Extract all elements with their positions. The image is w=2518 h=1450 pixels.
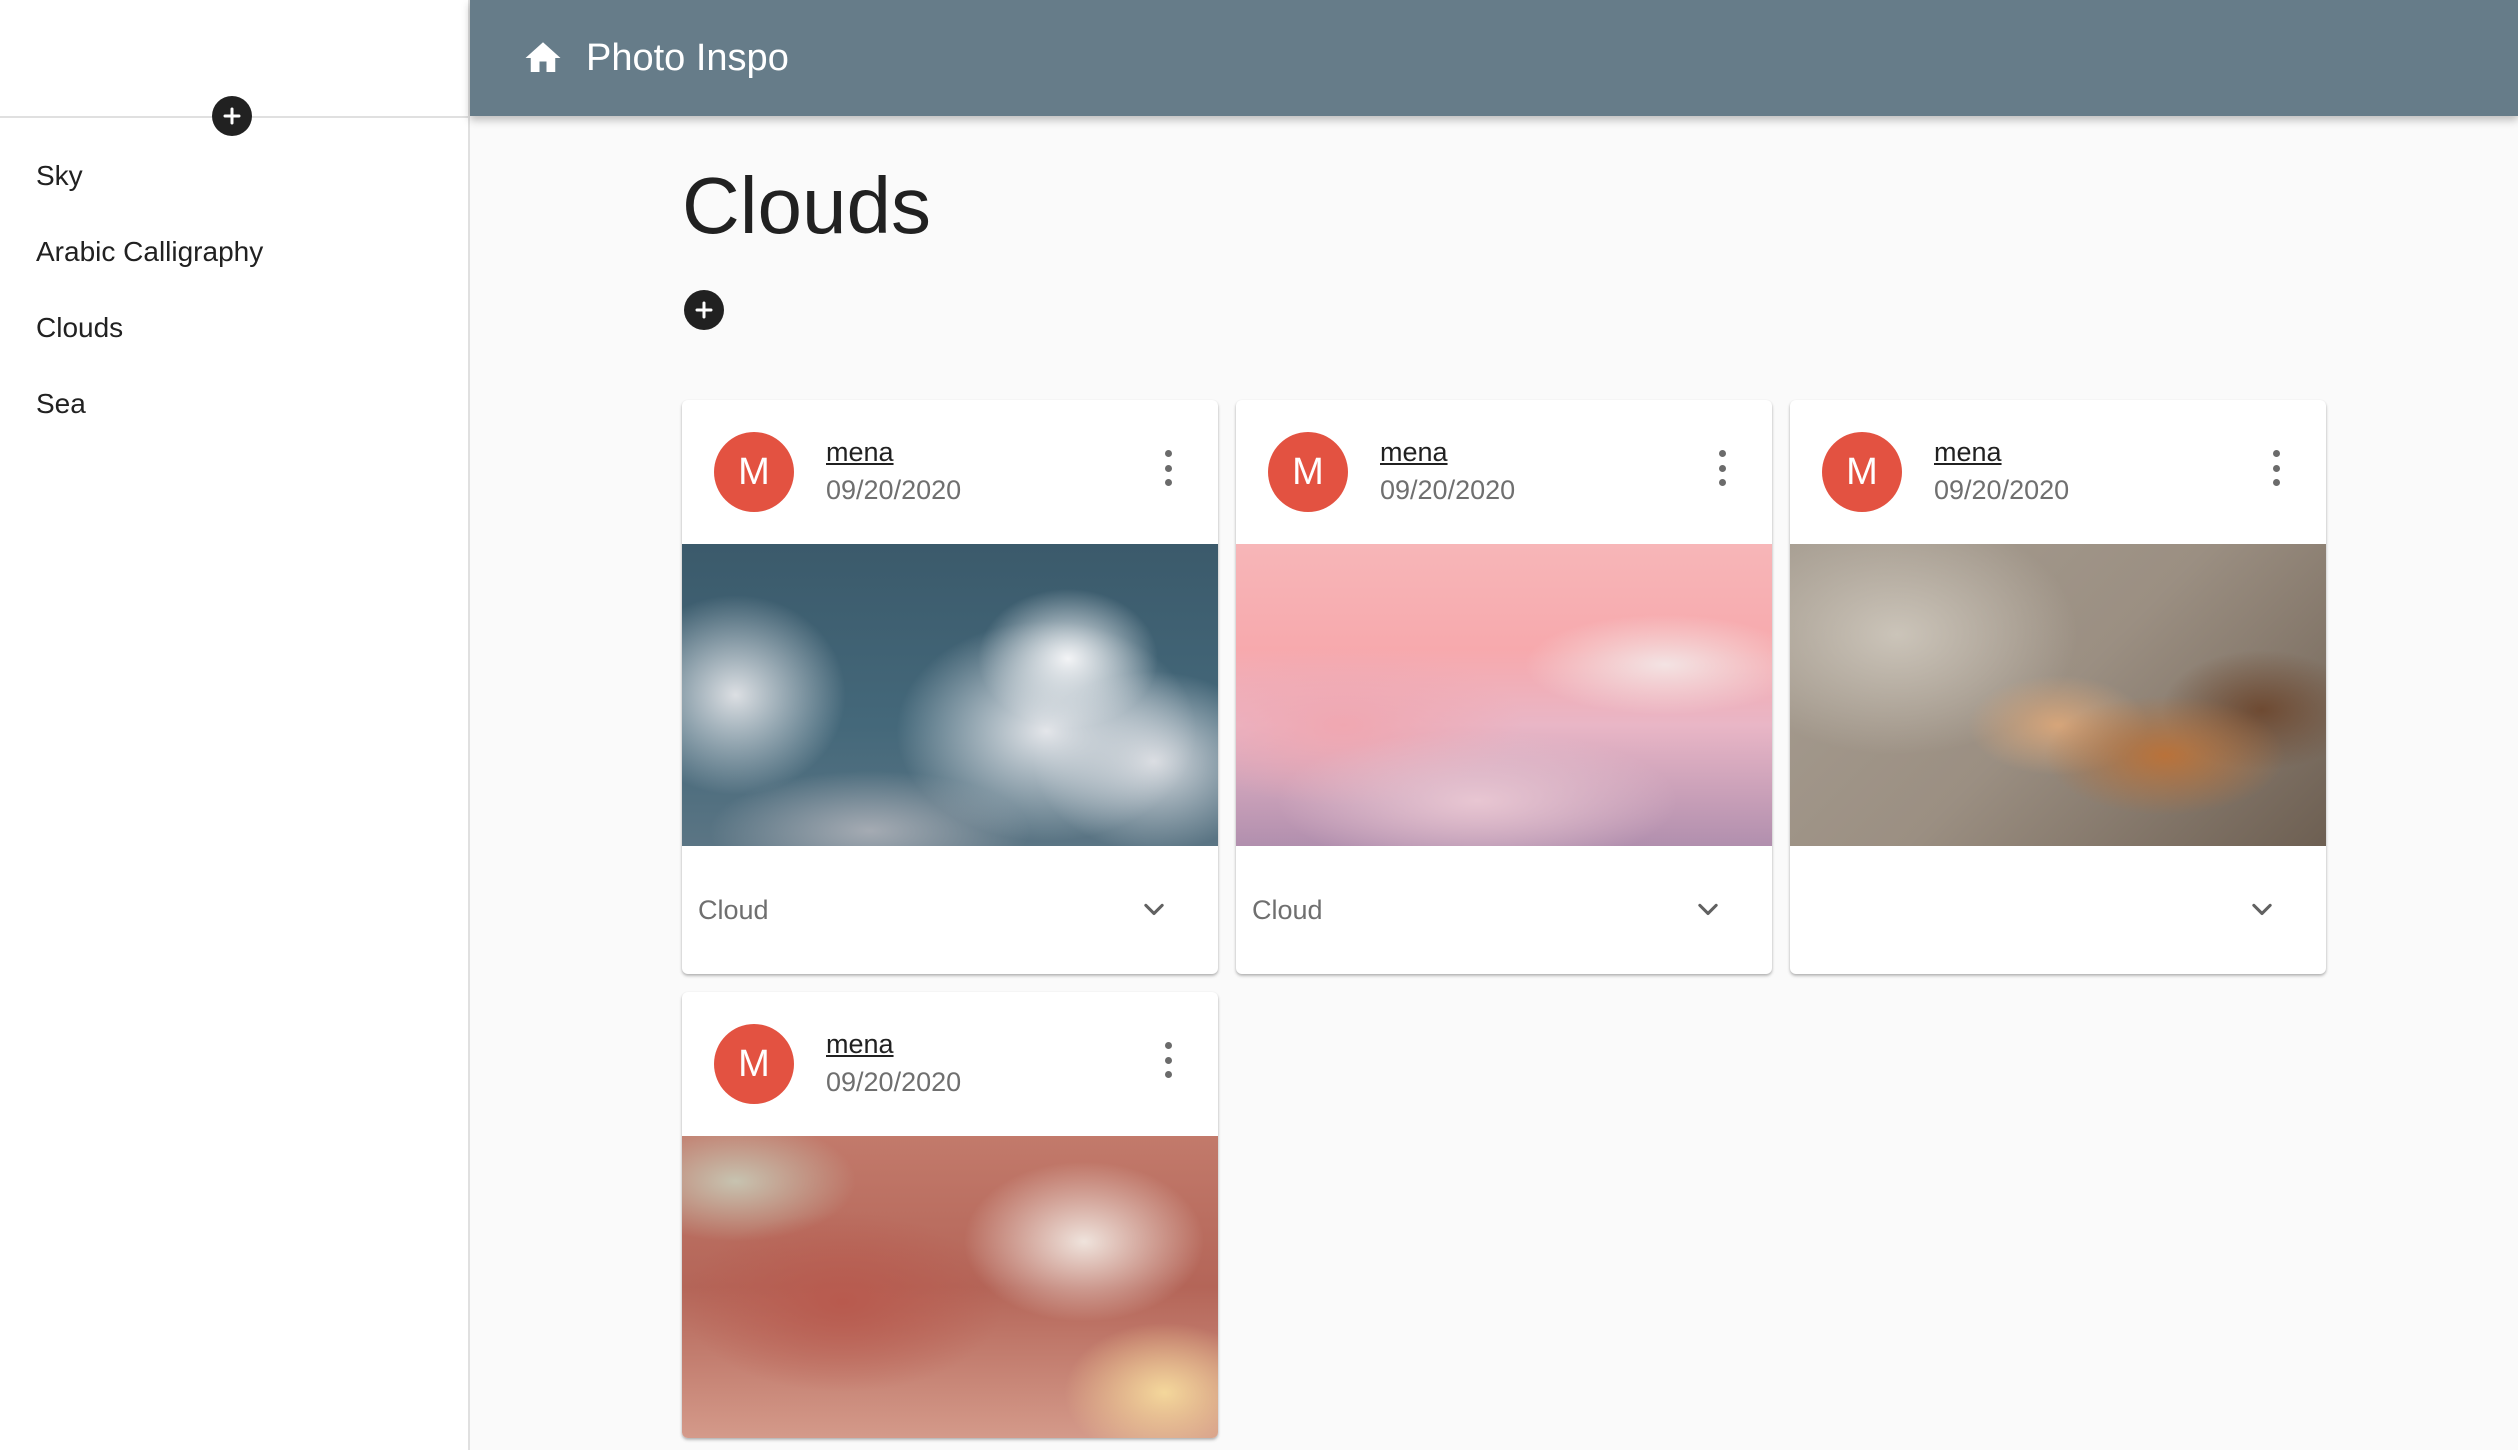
avatar: M	[1822, 432, 1902, 512]
photo-card: M mena 09/20/2020 Cloud	[1236, 400, 1772, 974]
sidebar-header	[0, 0, 468, 136]
page-title: Clouds	[682, 161, 932, 250]
sidebar-item-sky[interactable]: Sky	[0, 138, 468, 214]
card-header: M mena 09/20/2020	[1236, 400, 1772, 544]
card-date: 09/20/2020	[1380, 475, 1516, 505]
card-header: M mena 09/20/2020	[682, 400, 1218, 544]
card-meta: mena 09/20/2020	[1934, 434, 2069, 510]
card-date: 09/20/2020	[826, 1067, 962, 1097]
add-icon	[223, 107, 241, 125]
card-footer: Cloud	[1236, 846, 1772, 974]
card-image	[682, 1136, 1218, 1438]
sidebar-item-clouds[interactable]: Clouds	[0, 290, 468, 366]
card-meta: mena 09/20/2020	[826, 1026, 961, 1102]
card-username-link[interactable]: mena	[826, 1026, 961, 1062]
sidebar: Sky Arabic Calligraphy Clouds Sea	[0, 0, 470, 1450]
chevron-down-icon[interactable]	[1140, 896, 1168, 924]
more-vert-icon[interactable]	[1716, 450, 1728, 486]
chevron-down-icon[interactable]	[2248, 896, 2276, 924]
card-meta: mena 09/20/2020	[826, 434, 961, 510]
card-username-link[interactable]: mena	[826, 434, 961, 470]
card-meta: mena 09/20/2020	[1380, 434, 1515, 510]
more-vert-icon[interactable]	[1162, 1042, 1174, 1078]
card-caption: Cloud	[1252, 894, 1323, 925]
photo-card: M mena 09/20/2020	[1790, 400, 2326, 974]
home-icon[interactable]	[522, 37, 564, 79]
card-username-link[interactable]: mena	[1380, 434, 1515, 470]
card-footer: Cloud	[682, 846, 1218, 974]
sidebar-item-sea[interactable]: Sea	[0, 366, 468, 442]
photo-card: M mena 09/20/2020	[682, 992, 1218, 1438]
card-image	[682, 544, 1218, 846]
add-icon	[695, 301, 713, 319]
more-vert-icon[interactable]	[1162, 450, 1174, 486]
main-content: Clouds M mena 09/20/2020 Cloud M mena 09…	[470, 116, 2518, 1450]
avatar: M	[1268, 432, 1348, 512]
card-date: 09/20/2020	[1934, 475, 2070, 505]
add-photo-button[interactable]	[684, 290, 724, 330]
chevron-down-icon[interactable]	[1694, 896, 1722, 924]
card-header: M mena 09/20/2020	[682, 992, 1218, 1136]
photo-card: M mena 09/20/2020 Cloud	[682, 400, 1218, 974]
avatar: M	[714, 432, 794, 512]
avatar: M	[714, 1024, 794, 1104]
card-username-link[interactable]: mena	[1934, 434, 2069, 470]
sidebar-item-arabic-calligraphy[interactable]: Arabic Calligraphy	[0, 214, 468, 290]
card-caption: Cloud	[698, 894, 769, 925]
add-category-button[interactable]	[212, 96, 252, 136]
card-image	[1790, 544, 2326, 846]
app-title: Photo Inspo	[586, 36, 789, 79]
card-image	[1236, 544, 1772, 846]
card-date: 09/20/2020	[826, 475, 962, 505]
card-footer	[1790, 846, 2326, 974]
more-vert-icon[interactable]	[2270, 450, 2282, 486]
sidebar-list: Sky Arabic Calligraphy Clouds Sea	[0, 118, 468, 442]
app-bar: Photo Inspo	[470, 0, 2518, 116]
card-header: M mena 09/20/2020	[1790, 400, 2326, 544]
